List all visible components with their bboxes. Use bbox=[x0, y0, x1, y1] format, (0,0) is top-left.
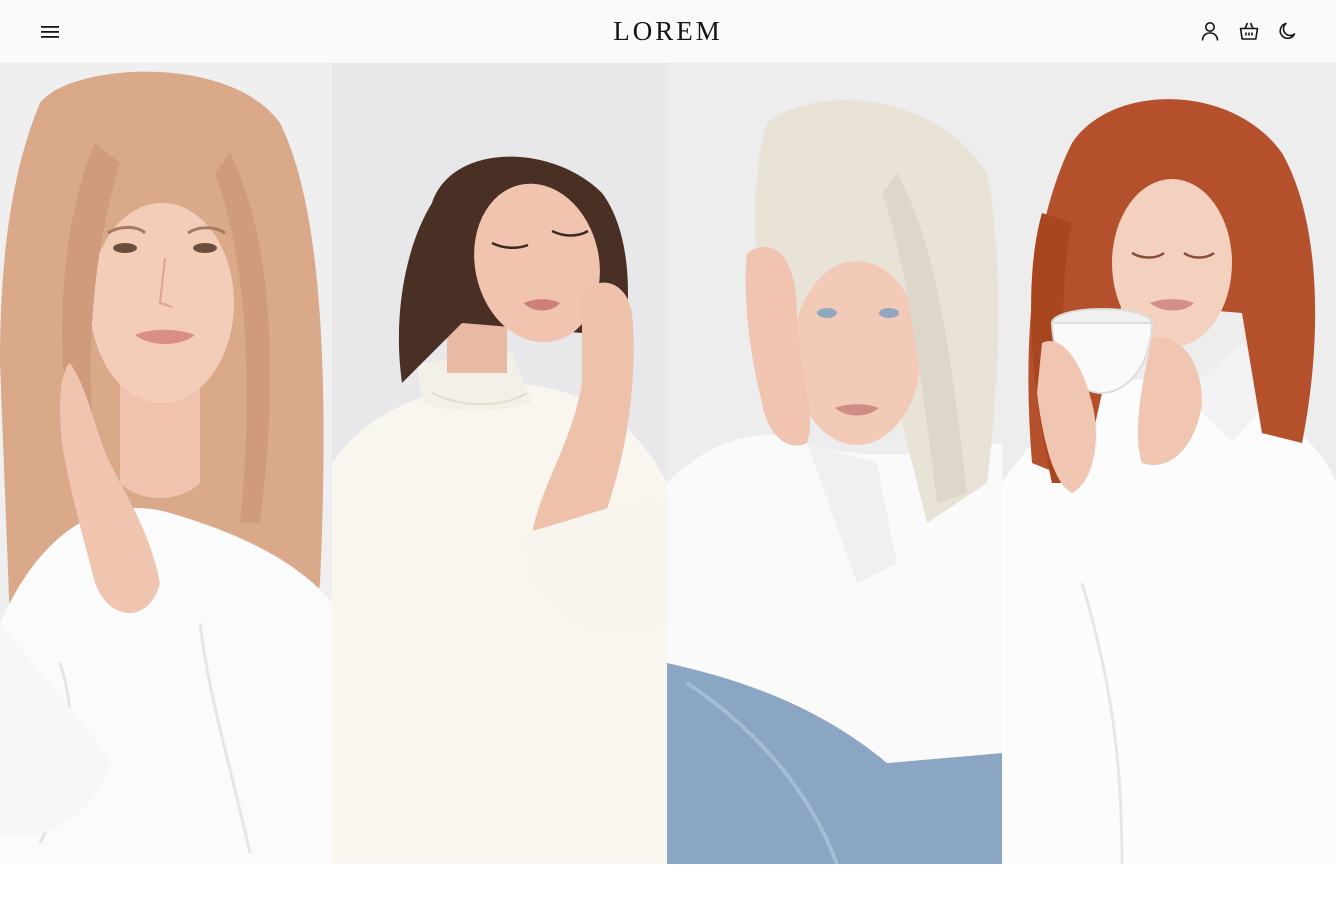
site-header: LOREM bbox=[0, 0, 1336, 63]
account-button[interactable] bbox=[1196, 16, 1224, 46]
basket-icon bbox=[1239, 22, 1259, 40]
model-portrait-3 bbox=[667, 63, 1002, 864]
hero-gallery bbox=[0, 63, 1336, 864]
model-portrait-1 bbox=[0, 63, 332, 864]
gallery-image-model-2 bbox=[332, 63, 667, 864]
brand-logo-wrap: LOREM bbox=[0, 0, 1336, 63]
header-actions bbox=[1196, 16, 1302, 46]
user-icon bbox=[1201, 22, 1219, 41]
brand-logo[interactable]: LOREM bbox=[613, 16, 723, 47]
gallery-image-model-3 bbox=[667, 63, 1002, 864]
gallery-image-model-4 bbox=[1002, 63, 1336, 864]
menu-button[interactable] bbox=[32, 17, 68, 47]
moon-icon bbox=[1279, 22, 1296, 40]
gallery-image-model-1 bbox=[0, 63, 332, 864]
model-portrait-4 bbox=[1002, 63, 1336, 864]
cart-button[interactable] bbox=[1235, 16, 1263, 46]
menu-icon bbox=[41, 26, 59, 38]
theme-toggle-button[interactable] bbox=[1274, 16, 1302, 46]
model-portrait-2 bbox=[332, 63, 667, 864]
